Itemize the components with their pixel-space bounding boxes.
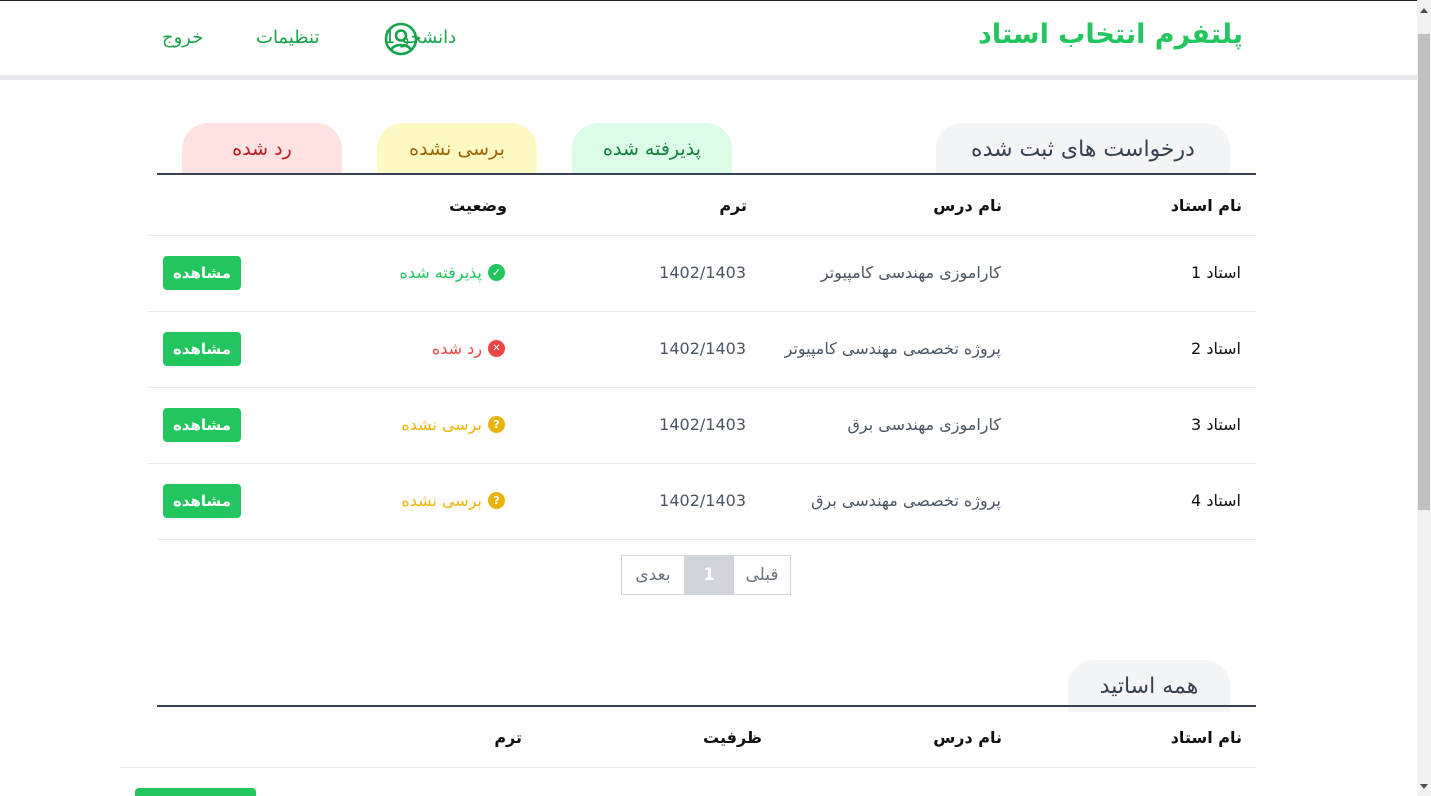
question-circle-icon: ? xyxy=(488,492,505,509)
status-badge: ? برسی نشده xyxy=(401,415,505,434)
brand-title[interactable]: پلتفرم انتخاب استاد xyxy=(978,19,1243,50)
settings-link[interactable]: تنظیمات xyxy=(256,27,319,48)
scroll-down-arrow-icon[interactable] xyxy=(1420,784,1428,789)
column-header-term: ترم xyxy=(719,196,747,215)
header-divider xyxy=(0,75,1417,80)
top-navbar: پلتفرم انتخاب استاد دانشجو 1 تنظیمات خرو… xyxy=(0,1,1417,77)
check-circle-icon: ✓ xyxy=(488,264,505,281)
current-page[interactable]: 1 xyxy=(684,556,734,594)
pagination: بعدی 1 قبلی xyxy=(621,555,791,595)
teachers-table-top-border xyxy=(157,705,1256,707)
term: 1402/1403 xyxy=(659,491,746,510)
view-button[interactable]: مشاهده xyxy=(163,484,241,518)
row-divider xyxy=(148,235,1256,236)
view-button[interactable]: مشاهده xyxy=(163,332,241,366)
status-text: رد شده xyxy=(431,339,482,358)
column-header-status: وضعیت xyxy=(449,196,507,215)
previous-page-button[interactable]: قبلی xyxy=(734,556,790,594)
view-button[interactable]: مشاهده xyxy=(163,256,241,290)
logout-link[interactable]: خروج xyxy=(162,27,203,48)
question-circle-icon: ? xyxy=(488,416,505,433)
term: 1402/1403 xyxy=(659,339,746,358)
column-header-course: نام درس xyxy=(933,196,1002,215)
column-header-course: نام درس xyxy=(933,728,1002,747)
row-divider xyxy=(157,539,1256,540)
scroll-up-arrow-icon[interactable] xyxy=(1420,8,1428,13)
tab-filter-accepted[interactable]: پذیرفته شده xyxy=(572,123,732,175)
teacher-name: استاد 3 xyxy=(1191,415,1241,434)
column-header-capacity: ظرفیت xyxy=(703,728,762,747)
tab-registered-requests[interactable]: درخواست های ثبت شده xyxy=(936,123,1230,175)
row-divider xyxy=(148,387,1256,388)
row-divider xyxy=(148,463,1256,464)
course-name: پروژه تخصصی مهندسی برق xyxy=(811,491,1001,510)
status-badge: ? برسی نشده xyxy=(401,491,505,510)
row-divider xyxy=(120,767,1256,768)
row-divider xyxy=(148,311,1256,312)
status-badge: ✓ پذیرفته شده xyxy=(400,263,505,282)
next-page-button[interactable]: بعدی xyxy=(622,556,684,594)
action-button-partial[interactable] xyxy=(135,788,256,796)
column-header-teacher: نام استاد xyxy=(1170,196,1242,215)
course-name: کاراموزی مهندسی کامپیوتر xyxy=(820,263,1001,282)
user-name[interactable]: دانشجو 1 xyxy=(384,27,456,48)
column-header-term: ترم xyxy=(494,728,522,747)
requests-table-top-border xyxy=(157,173,1256,175)
vertical-scrollbar[interactable] xyxy=(1417,0,1431,796)
term: 1402/1403 xyxy=(659,263,746,282)
x-circle-icon: ✕ xyxy=(488,340,505,357)
view-button[interactable]: مشاهده xyxy=(163,408,241,442)
teacher-name: استاد 1 xyxy=(1191,263,1241,282)
teacher-name: استاد 4 xyxy=(1191,491,1241,510)
tab-filter-rejected[interactable]: رد شده xyxy=(182,123,342,175)
course-name: کاراموزی مهندسی برق xyxy=(847,415,1001,434)
status-text: برسی نشده xyxy=(401,491,482,510)
course-name: پروژه تخصصی مهندسی کامپیوتر xyxy=(784,339,1001,358)
teacher-name: استاد 2 xyxy=(1191,339,1241,358)
status-badge: ✕ رد شده xyxy=(432,339,505,358)
tab-filter-pending[interactable]: برسی نشده xyxy=(377,123,537,175)
status-text: برسی نشده xyxy=(401,415,482,434)
status-text: پذیرفته شده xyxy=(399,263,482,282)
scrollbar-thumb[interactable] xyxy=(1418,34,1430,510)
term: 1402/1403 xyxy=(659,415,746,434)
column-header-teacher: نام استاد xyxy=(1170,728,1242,747)
